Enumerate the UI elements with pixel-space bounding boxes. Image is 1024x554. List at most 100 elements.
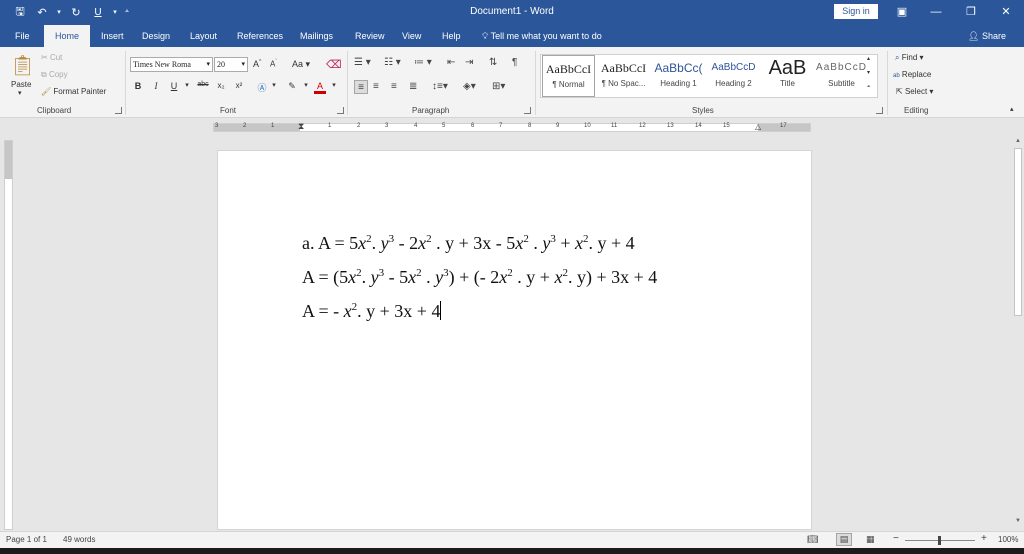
justify-icon[interactable]: ≣ — [409, 81, 417, 92]
highlight-icon[interactable]: ✎ — [285, 81, 299, 92]
scroll-down-icon[interactable]: ▼ — [1013, 518, 1023, 528]
paste-icon[interactable]: 📋︎ — [10, 53, 35, 79]
equation-line-3[interactable]: A = - x2. y + 3x + 4 — [302, 301, 442, 322]
strikethrough-button[interactable]: abc — [195, 81, 211, 88]
close-icon[interactable]: ✕ — [992, 3, 1020, 21]
shading-icon[interactable]: ◈▾ — [463, 81, 476, 92]
collapse-ribbon-icon[interactable]: ▴ — [1010, 105, 1014, 113]
word-count[interactable]: 49 words — [63, 535, 95, 544]
tab-help[interactable]: Help — [442, 25, 461, 47]
subscript-button[interactable]: x₂ — [215, 81, 227, 90]
numbering-icon[interactable]: ☷ ▾ — [384, 57, 401, 68]
indent-marker-icon[interactable]: ⧗ — [298, 121, 304, 132]
select-button[interactable]: ⇱ Select ▾ — [896, 87, 933, 96]
tab-insert[interactable]: Insert — [101, 25, 124, 47]
divider — [887, 51, 888, 115]
share-button[interactable]: 👤︎ Share — [968, 25, 1006, 47]
web-layout-icon[interactable]: ▦ — [866, 534, 875, 545]
tell-me-search[interactable]: 💡︎ Tell me what you want to do — [482, 25, 602, 47]
tab-review[interactable]: Review — [355, 25, 385, 47]
scroll-up-icon[interactable]: ▲ — [1013, 138, 1023, 148]
italic-button[interactable]: I — [150, 81, 162, 91]
page-count[interactable]: Page 1 of 1 — [6, 535, 47, 544]
tab-layout[interactable]: Layout — [190, 25, 217, 47]
zoom-slider-thumb[interactable] — [938, 536, 941, 545]
show-paragraph-marks-icon[interactable]: ¶ — [512, 57, 517, 68]
font-color-dropdown-icon[interactable]: ▾ — [328, 81, 340, 89]
style-heading-1[interactable]: AaBbCc( Heading 1 — [652, 55, 705, 97]
document-page[interactable]: a. A = 5x2. y3 - 2x2 . y + 3x - 5x2 . y3… — [217, 150, 812, 530]
style-no-spacing[interactable]: AaBbCcI ¶ No Spac... — [597, 55, 650, 97]
zoom-in-icon[interactable]: + — [981, 533, 987, 544]
superscript-button[interactable]: x² — [233, 81, 245, 90]
styles-launcher-icon[interactable] — [876, 107, 883, 114]
ribbon-display-options-icon[interactable]: ▣ — [888, 3, 916, 21]
tab-design[interactable]: Design — [142, 25, 170, 47]
replace-button[interactable]: ab Replace — [893, 70, 931, 79]
decrease-indent-icon[interactable]: ⇤ — [447, 57, 455, 68]
paragraph-group-label: Paragraph — [412, 106, 450, 115]
paste-button[interactable]: Paste — [11, 80, 31, 89]
styles-more-icon[interactable]: ⩡ — [867, 84, 870, 91]
underline-dropdown-icon[interactable]: ▾ — [181, 81, 193, 89]
copy-button[interactable]: ⧉ Copy — [41, 70, 68, 80]
equation-line-1[interactable]: a. A = 5x2. y3 - 2x2 . y + 3x - 5x2 . y3… — [302, 233, 635, 254]
clear-formatting-icon[interactable]: ⌫ — [326, 58, 342, 71]
grow-font-icon[interactable]: A^ — [253, 59, 261, 69]
bold-button[interactable]: B — [132, 81, 144, 91]
style-subtitle[interactable]: AaBbCcD Subtitle — [815, 55, 868, 97]
borders-icon[interactable]: ⊞▾ — [492, 81, 505, 92]
vertical-scrollbar[interactable]: ▲ ▼ — [1012, 136, 1024, 530]
tab-mailings[interactable]: Mailings — [300, 25, 333, 47]
styles-scroll-up-icon[interactable]: ▴ — [867, 55, 870, 62]
font-dropdown-icon[interactable]: ▾ — [206, 58, 210, 71]
multilevel-list-icon[interactable]: ≔ ▾ — [414, 57, 432, 68]
font-size-dropdown-icon[interactable]: ▾ — [241, 58, 245, 71]
font-color-icon[interactable]: A — [314, 81, 326, 94]
font-launcher-icon[interactable] — [337, 107, 344, 114]
underline-button[interactable]: U — [168, 81, 180, 91]
increase-indent-icon[interactable]: ⇥ — [465, 57, 473, 68]
right-indent-marker-icon[interactable]: △ — [755, 122, 761, 131]
center-icon[interactable]: ≡ — [373, 81, 379, 92]
equation-line-2[interactable]: A = (5x2. y3 - 5x2 . y3) + (- 2x2 . y + … — [302, 267, 657, 288]
highlight-dropdown-icon[interactable]: ▾ — [300, 81, 312, 89]
tab-home[interactable]: Home — [44, 25, 91, 47]
styles-scroll-down-icon[interactable]: ▾ — [867, 69, 870, 76]
sign-in-button[interactable]: Sign in — [834, 4, 878, 19]
format-painter-button[interactable]: 🖌︎ Format Painter — [41, 87, 106, 96]
sort-icon[interactable]: ⇅ — [489, 57, 497, 68]
ruler-number: 11 — [611, 123, 618, 129]
font-name-box[interactable]: Times New Roma ▾ — [130, 57, 213, 72]
vertical-ruler[interactable] — [4, 140, 13, 530]
minimize-icon[interactable]: — — [922, 3, 950, 21]
zoom-out-icon[interactable]: − — [893, 533, 899, 544]
clipboard-launcher-icon[interactable] — [115, 107, 122, 114]
tab-references[interactable]: References — [237, 25, 283, 47]
style-normal[interactable]: AaBbCcI ¶ Normal — [542, 55, 595, 97]
cut-button[interactable]: ✂ Cut — [41, 53, 62, 62]
find-button[interactable]: ⌕ Find ▾ — [895, 53, 924, 63]
shrink-font-icon[interactable]: Aˇ — [270, 59, 277, 69]
restore-icon[interactable]: ❐ — [957, 3, 985, 21]
zoom-level[interactable]: 100% — [998, 535, 1018, 544]
clipboard-group-label: Clipboard — [37, 106, 72, 115]
change-case-button[interactable]: Aa ▾ — [292, 59, 310, 70]
horizontal-ruler[interactable]: 3 2 1 ⧗ 1 2 3 4 5 6 7 8 9 10 11 12 13 14… — [213, 121, 811, 132]
style-heading-2[interactable]: AaBbCcD Heading 2 — [707, 55, 760, 97]
bullets-icon[interactable]: ☰ ▾ — [354, 57, 371, 68]
style-title[interactable]: AaB Title — [761, 55, 814, 97]
text-effects-dropdown-icon[interactable]: ▾ — [268, 81, 280, 89]
font-size-box[interactable]: 20 ▾ — [214, 57, 248, 72]
text-effects-icon[interactable]: Ⓐ — [255, 81, 269, 94]
paste-dropdown-icon[interactable]: ▾ — [18, 89, 22, 97]
print-layout-icon[interactable]: ▤ — [836, 533, 852, 546]
line-spacing-icon[interactable]: ↕≡▾ — [432, 81, 448, 92]
paragraph-launcher-icon[interactable] — [524, 107, 531, 114]
tab-view[interactable]: View — [402, 25, 421, 47]
tab-file[interactable]: File — [15, 25, 30, 47]
align-right-icon[interactable]: ≡ — [391, 81, 397, 92]
scroll-thumb[interactable] — [1014, 148, 1022, 316]
read-mode-icon[interactable]: 📖︎ — [807, 534, 818, 545]
align-left-icon[interactable]: ≡ — [354, 80, 368, 94]
